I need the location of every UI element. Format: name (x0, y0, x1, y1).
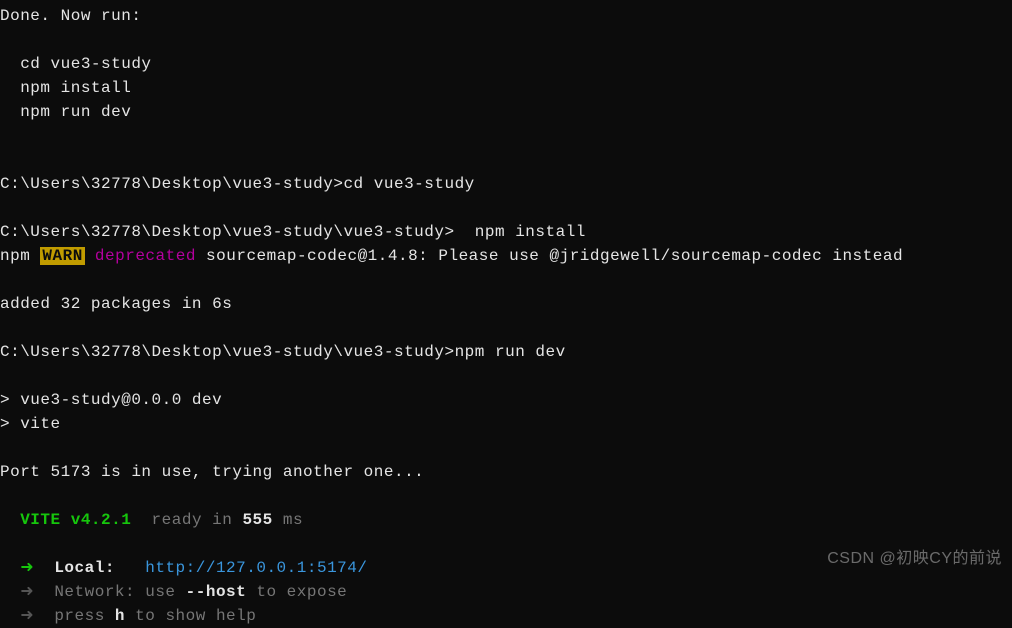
script-line-1: > vue3-study@0.0.0 dev (0, 388, 1012, 412)
network-label: Network: use (54, 583, 185, 601)
instruction-cd: cd vue3-study (0, 52, 1012, 76)
blank-line (0, 268, 1012, 292)
prompt-path: C:\Users\32778\Desktop\vue3-study\vue3-s… (0, 223, 475, 241)
ready-ms: ms (273, 511, 303, 529)
command-text: cd vue3-study (343, 175, 474, 193)
script-line-2: > vite (0, 412, 1012, 436)
npm-prefix: npm (0, 247, 40, 265)
command-text: npm install (475, 223, 586, 241)
local-label: Local: (54, 559, 145, 577)
prompt-cd[interactable]: C:\Users\32778\Desktop\vue3-study>cd vue… (0, 172, 1012, 196)
port-message: Port 5173 is in use, trying another one.… (0, 460, 1012, 484)
help-key: h (115, 607, 125, 625)
blank-line (0, 364, 1012, 388)
prompt-path: C:\Users\32778\Desktop\vue3-study> (0, 175, 343, 193)
added-packages: added 32 packages in 6s (0, 292, 1012, 316)
local-url[interactable]: http://127.0.0.1:5174/ (145, 559, 367, 577)
network-rest: to expose (246, 583, 347, 601)
ready-time: 555 (242, 511, 272, 529)
blank-line (0, 484, 1012, 508)
arrow-icon: ➜ (0, 583, 54, 601)
help-line: ➜ press h to show help (0, 604, 1012, 628)
help-rest: to show help (125, 607, 256, 625)
blank-line (0, 316, 1012, 340)
command-text: npm run dev (455, 343, 566, 361)
blank-line (0, 28, 1012, 52)
prompt-dev[interactable]: C:\Users\32778\Desktop\vue3-study\vue3-s… (0, 340, 1012, 364)
blank-line (0, 436, 1012, 460)
watermark: CSDN @初映CY的前说 (827, 547, 1002, 571)
done-message: Done. Now run: (0, 4, 1012, 28)
prompt-path: C:\Users\32778\Desktop\vue3-study\vue3-s… (0, 343, 455, 361)
blank-line (0, 196, 1012, 220)
blank-line (0, 124, 1012, 148)
arrow-icon: ➜ (0, 559, 54, 577)
host-flag: --host (186, 583, 247, 601)
warn-message: sourcemap-codec@1.4.8: Please use @jridg… (196, 247, 903, 265)
help-label: press (54, 607, 115, 625)
warn-badge: WARN (40, 247, 84, 265)
vite-label: VITE v4.2.1 (0, 511, 131, 529)
deprecated-label: deprecated (85, 247, 196, 265)
arrow-icon: ➜ (0, 607, 54, 625)
blank-line (0, 148, 1012, 172)
instruction-install: npm install (0, 76, 1012, 100)
npm-warn-line: npm WARN deprecated sourcemap-codec@1.4.… (0, 244, 1012, 268)
instruction-dev: npm run dev (0, 100, 1012, 124)
vite-ready-line: VITE v4.2.1 ready in 555 ms (0, 508, 1012, 532)
ready-text: ready in (131, 511, 242, 529)
network-line: ➜ Network: use --host to expose (0, 580, 1012, 604)
prompt-install[interactable]: C:\Users\32778\Desktop\vue3-study\vue3-s… (0, 220, 1012, 244)
